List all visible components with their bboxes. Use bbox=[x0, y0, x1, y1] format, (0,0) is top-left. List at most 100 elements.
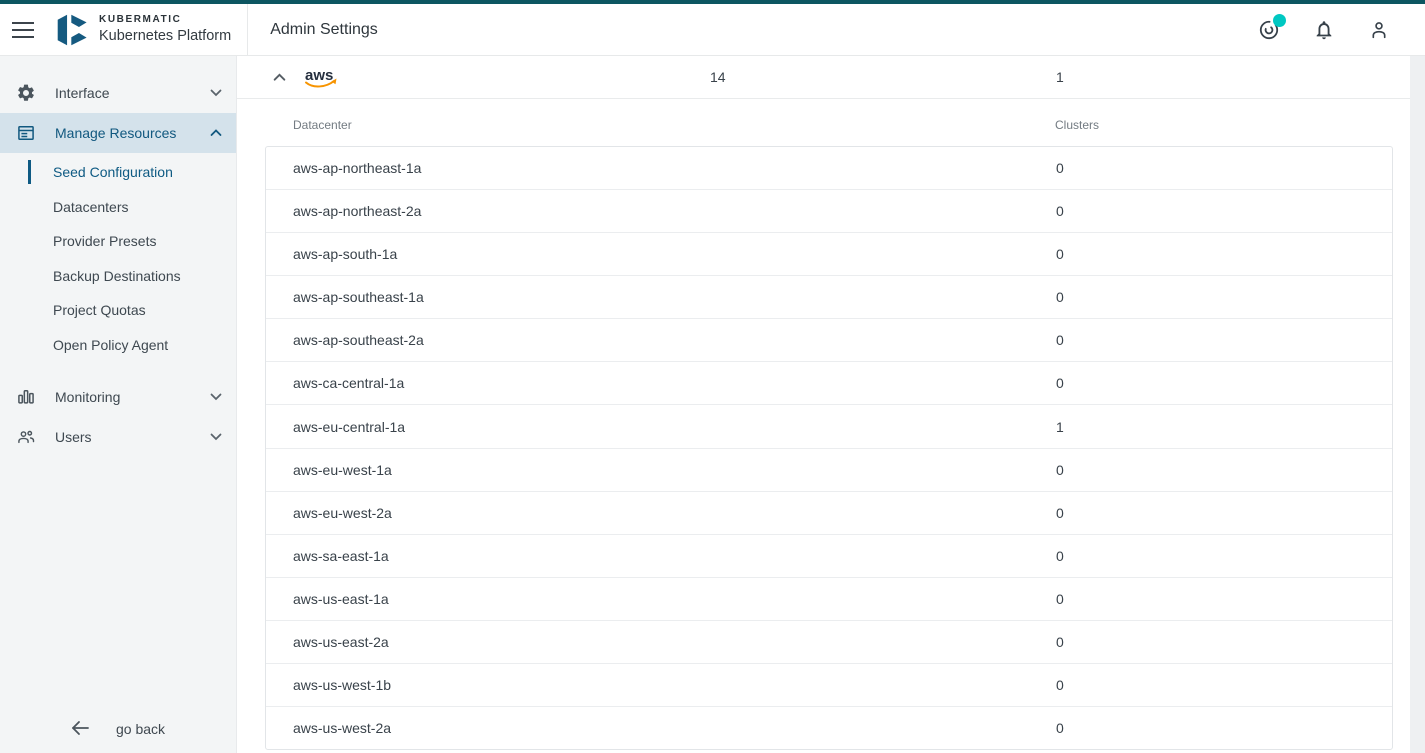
sidebar-subitem[interactable]: Backup Destinations bbox=[0, 259, 236, 294]
datacenter-table-header: Datacenter Clusters bbox=[237, 99, 1410, 146]
header-actions bbox=[1256, 4, 1392, 56]
datacenter-name: aws-ap-southeast-1a bbox=[293, 289, 1056, 305]
chevron-up-icon bbox=[273, 73, 286, 82]
datacenter-name: aws-ca-central-1a bbox=[293, 375, 1056, 391]
datacenter-name: aws-ap-northeast-1a bbox=[293, 160, 1056, 176]
datacenter-name: aws-sa-east-1a bbox=[293, 548, 1056, 564]
table-row: aws-eu-west-1a 0 bbox=[266, 448, 1392, 491]
sidebar-subitem[interactable]: Seed Configuration bbox=[0, 155, 236, 190]
sidebar-item-monitoring[interactable]: Monitoring bbox=[0, 377, 236, 417]
sidebar-item-label: Interface bbox=[55, 85, 210, 101]
cluster-count: 0 bbox=[1056, 634, 1064, 650]
table-row: aws-ap-southeast-2a 0 bbox=[266, 318, 1392, 361]
user-menu-button[interactable] bbox=[1366, 17, 1392, 43]
sidebar-subitem-label: Datacenters bbox=[53, 199, 128, 215]
collapse-provider-button[interactable] bbox=[268, 56, 290, 99]
chevron-up-icon bbox=[210, 124, 222, 142]
table-row: aws-eu-central-1a 1 bbox=[266, 404, 1392, 447]
cluster-count: 0 bbox=[1056, 289, 1064, 305]
hamburger-icon bbox=[12, 22, 34, 38]
sidebar-item-label: Users bbox=[55, 429, 210, 445]
cluster-count: 0 bbox=[1056, 332, 1064, 348]
people-icon bbox=[16, 427, 36, 447]
datacenter-name: aws-ap-northeast-2a bbox=[293, 203, 1056, 219]
seed-configuration-content: aws 14 1 Datacenter Clusters aws-ap-nort… bbox=[237, 56, 1410, 753]
menu-toggle-button[interactable] bbox=[0, 4, 46, 56]
table-row: aws-ap-northeast-1a 0 bbox=[266, 147, 1392, 189]
go-back-button[interactable]: go back bbox=[0, 709, 236, 749]
sidebar: Interface Manage Resources bbox=[0, 56, 237, 753]
sidebar-subitem[interactable]: Datacenters bbox=[0, 190, 236, 225]
table-row: aws-us-west-1b 0 bbox=[266, 663, 1392, 706]
cluster-count: 1 bbox=[1056, 419, 1064, 435]
cluster-count: 0 bbox=[1056, 505, 1064, 521]
sidebar-item-label: Manage Resources bbox=[55, 125, 210, 141]
sidebar-item-users[interactable]: Users bbox=[0, 417, 236, 457]
manage-resources-subnav: Seed Configuration Datacenters Provider … bbox=[0, 153, 236, 366]
sidebar-subitem-label: Backup Destinations bbox=[53, 268, 181, 284]
table-row: aws-us-west-2a 0 bbox=[266, 706, 1392, 749]
sidebar-subitem-label: Seed Configuration bbox=[53, 164, 173, 180]
chevron-down-icon bbox=[210, 84, 222, 102]
chevron-down-icon bbox=[210, 388, 222, 406]
column-header-clusters: Clusters bbox=[1055, 118, 1099, 132]
kubermatic-logo[interactable]: KUBERMATIC Kubernetes Platform bbox=[56, 12, 231, 48]
table-row: aws-ca-central-1a 0 bbox=[266, 361, 1392, 404]
notifications-button[interactable] bbox=[1311, 17, 1337, 43]
sidebar-item-interface[interactable]: Interface bbox=[0, 73, 236, 113]
cluster-count: 0 bbox=[1056, 548, 1064, 564]
user-icon bbox=[1368, 19, 1390, 41]
datacenter-name: aws-eu-west-1a bbox=[293, 462, 1056, 478]
datacenter-name: aws-eu-central-1a bbox=[293, 419, 1056, 435]
cluster-count: 0 bbox=[1056, 375, 1064, 391]
provider-datacenter-count: 14 bbox=[710, 56, 726, 99]
datacenter-table: aws-ap-northeast-1a 0 aws-ap-northeast-2… bbox=[265, 146, 1393, 750]
sidebar-item-manage-resources[interactable]: Manage Resources bbox=[0, 113, 236, 153]
cluster-count: 0 bbox=[1056, 720, 1064, 736]
go-back-label: go back bbox=[116, 721, 165, 737]
app-header: KUBERMATIC Kubernetes Platform Admin Set… bbox=[0, 4, 1425, 56]
datacenter-name: aws-eu-west-2a bbox=[293, 505, 1056, 521]
sidebar-subitem-label: Provider Presets bbox=[53, 233, 156, 249]
table-row: aws-us-east-2a 0 bbox=[266, 620, 1392, 663]
sidebar-item-label: Monitoring bbox=[55, 389, 210, 405]
datacenter-name: aws-us-east-1a bbox=[293, 591, 1056, 607]
admin-settings-page: KUBERMATIC Kubernetes Platform Admin Set… bbox=[0, 0, 1425, 753]
gear-icon bbox=[16, 83, 36, 103]
datacenter-name: aws-us-west-1b bbox=[293, 677, 1056, 693]
table-row: aws-sa-east-1a 0 bbox=[266, 534, 1392, 577]
table-row: aws-ap-south-1a 0 bbox=[266, 232, 1392, 275]
column-header-datacenter: Datacenter bbox=[293, 118, 352, 132]
logo-product-text: Kubernetes Platform bbox=[99, 27, 231, 45]
aws-logo-text: aws bbox=[305, 67, 333, 84]
provider-cluster-count: 1 bbox=[1056, 56, 1064, 99]
cluster-count: 0 bbox=[1056, 591, 1064, 607]
datacenter-name: aws-us-west-2a bbox=[293, 720, 1056, 736]
arrow-left-icon bbox=[70, 720, 90, 739]
cluster-count: 0 bbox=[1056, 246, 1064, 262]
table-row: aws-us-east-1a 0 bbox=[266, 577, 1392, 620]
bar-chart-icon bbox=[16, 387, 36, 407]
sidebar-subitem[interactable]: Open Policy Agent bbox=[0, 328, 236, 363]
sidebar-subitem[interactable]: Provider Presets bbox=[0, 224, 236, 259]
sidebar-subitem-label: Open Policy Agent bbox=[53, 337, 168, 353]
sidebar-subitem[interactable]: Project Quotas bbox=[0, 293, 236, 328]
list-icon bbox=[16, 123, 36, 143]
table-row: aws-ap-southeast-1a 0 bbox=[266, 275, 1392, 318]
chevron-down-icon bbox=[210, 428, 222, 446]
notification-badge bbox=[1273, 14, 1286, 27]
table-row: aws-ap-northeast-2a 0 bbox=[266, 189, 1392, 232]
sidebar-subitem-label: Project Quotas bbox=[53, 302, 146, 318]
datacenter-name: aws-ap-south-1a bbox=[293, 246, 1056, 262]
header-divider bbox=[247, 4, 248, 56]
cluster-count: 0 bbox=[1056, 677, 1064, 693]
changelog-button[interactable] bbox=[1256, 17, 1282, 43]
logo-brand-text: KUBERMATIC bbox=[99, 14, 231, 27]
cluster-count: 0 bbox=[1056, 160, 1064, 176]
datacenter-name: aws-ap-southeast-2a bbox=[293, 332, 1056, 348]
scrollbar-track[interactable] bbox=[1410, 56, 1425, 753]
kubermatic-logo-icon bbox=[56, 12, 90, 48]
page-title: Admin Settings bbox=[270, 21, 378, 39]
sidebar-nav: Interface Manage Resources bbox=[0, 56, 236, 457]
bell-icon bbox=[1313, 19, 1335, 41]
